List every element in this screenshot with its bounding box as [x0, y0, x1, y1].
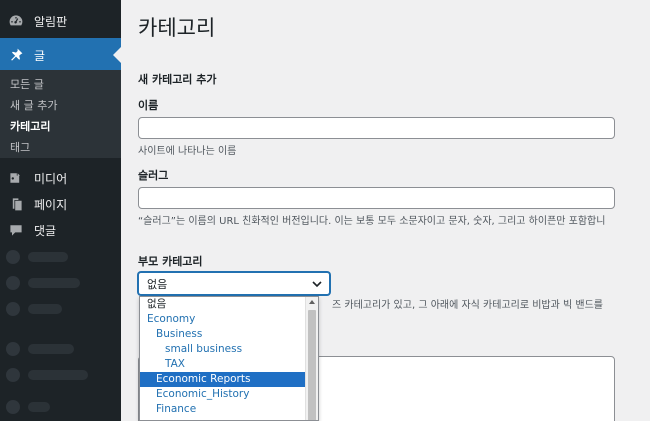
- menu-dashboard-label: 알림판: [34, 14, 68, 29]
- menu-media-label: 미디어: [34, 171, 68, 186]
- scrollbar-thumb[interactable]: [308, 310, 316, 420]
- menu-comments[interactable]: 댓글: [0, 213, 121, 247]
- parent-description: 즈 카테고리가 있고, 그 아래에 자식 카테고리로 비밥과 빅 밴드를: [332, 300, 603, 311]
- parent-category-dropdown-list[interactable]: 없음 Economy Business small business TAX E…: [139, 296, 319, 421]
- menu-comments-label: 댓글: [34, 223, 57, 238]
- blurred-menu-icon: [6, 368, 20, 382]
- dropdown-option[interactable]: Finance: [140, 402, 306, 417]
- submenu-all-posts[interactable]: 모든 글: [10, 75, 44, 95]
- dashboard-icon: [6, 11, 26, 31]
- blurred-menu-icon: [6, 400, 20, 414]
- dropdown-option[interactable]: small business: [140, 342, 306, 357]
- name-description: 사이트에 나타나는 이름: [138, 146, 237, 157]
- menu-dashboard[interactable]: 알림판: [0, 4, 121, 38]
- media-icon: [6, 168, 26, 188]
- blurred-menu-icon: [6, 276, 20, 290]
- menu-posts[interactable]: 글: [0, 38, 121, 72]
- slug-description: “슬러그”는 이름의 URL 친화적인 버전입니다. 이는 보통 모두 소문자이…: [138, 216, 606, 227]
- submenu-categories[interactable]: 카테고리: [10, 117, 50, 137]
- blurred-menu-item: [28, 370, 88, 380]
- dropdown-option[interactable]: Business: [140, 327, 306, 342]
- blurred-menu-icon: [6, 342, 20, 356]
- main-content: 카테고리 새 카테고리 추가 이름 사이트에 나타나는 이름 슬러그 “슬러그”…: [121, 0, 650, 421]
- blurred-menu-item: [28, 278, 80, 288]
- dropdown-option-highlighted[interactable]: Economic Reports: [140, 372, 306, 387]
- menu-posts-label: 글: [34, 48, 46, 63]
- comment-icon: [6, 220, 26, 240]
- add-category-heading: 새 카테고리 추가: [138, 73, 217, 86]
- parent-category-label: 부모 카테고리: [138, 255, 203, 268]
- pushpin-icon: [6, 45, 26, 65]
- menu-pages-label: 페이지: [34, 197, 68, 212]
- blurred-menu-icon: [6, 302, 20, 316]
- submenu-add-new-post[interactable]: 새 글 추가: [10, 96, 57, 116]
- dropdown-scrollbar[interactable]: [305, 297, 318, 420]
- slug-label: 슬러그: [138, 169, 169, 182]
- category-slug-input[interactable]: [138, 187, 615, 209]
- blurred-menu-item: [28, 252, 68, 262]
- dropdown-option[interactable]: Economy: [140, 312, 306, 327]
- parent-category-select[interactable]: 없음: [138, 272, 330, 295]
- dropdown-option[interactable]: TAX: [140, 357, 306, 372]
- name-label: 이름: [138, 99, 159, 112]
- blurred-menu-item: [28, 344, 74, 354]
- submenu-tags[interactable]: 태그: [10, 138, 30, 158]
- blurred-menu-item: [28, 304, 62, 314]
- dropdown-option[interactable]: 없음: [140, 297, 306, 312]
- pages-icon: [6, 194, 26, 214]
- scroll-up-arrow-icon[interactable]: [309, 300, 315, 304]
- blurred-menu-icon: [6, 250, 20, 264]
- category-name-input[interactable]: [138, 117, 615, 139]
- chevron-down-icon: [312, 281, 322, 288]
- dropdown-option[interactable]: Economic_History: [140, 387, 306, 402]
- admin-sidebar: 알림판 글 모든 글 새 글 추가 카테고리 태그 미디어 페이지 댓글: [0, 0, 121, 421]
- posts-submenu: 모든 글 새 글 추가 카테고리 태그: [0, 70, 121, 158]
- parent-category-selected-value: 없음: [147, 277, 168, 291]
- blurred-menu-item: [28, 402, 50, 412]
- page-title: 카테고리: [138, 16, 216, 40]
